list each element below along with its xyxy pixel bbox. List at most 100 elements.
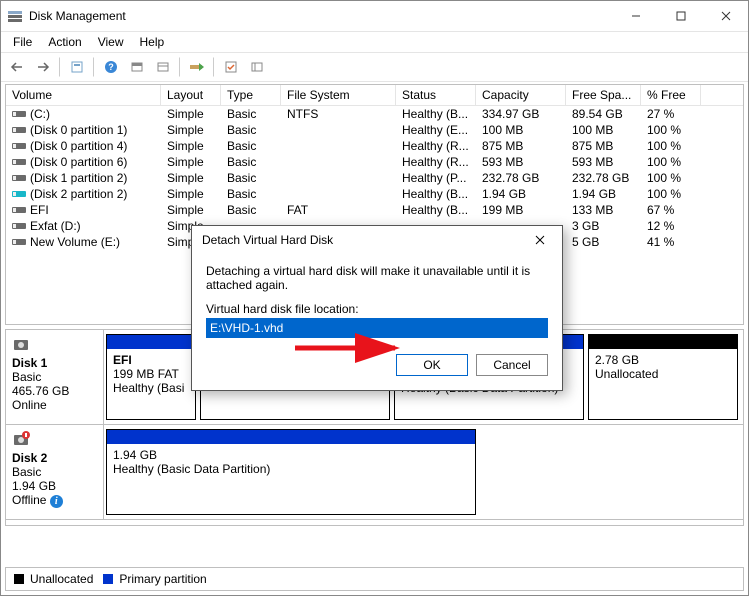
close-button[interactable] <box>703 1 748 31</box>
window-title: Disk Management <box>29 9 613 23</box>
col-type[interactable]: Type <box>221 85 281 105</box>
dialog-close-button[interactable] <box>520 226 560 254</box>
volume-pct: 12 % <box>641 218 701 234</box>
volume-free: 1.94 GB <box>566 186 641 202</box>
back-button[interactable] <box>5 55 29 79</box>
drive-icon <box>12 205 26 215</box>
volume-status: Healthy (B... <box>396 186 476 202</box>
volume-row[interactable]: (Disk 0 partition 1)SimpleBasicHealthy (… <box>6 122 743 138</box>
volume-status: Healthy (R... <box>396 138 476 154</box>
menu-file[interactable]: File <box>5 33 40 51</box>
volume-layout: Simple <box>161 154 221 170</box>
volume-fs <box>281 138 396 154</box>
window-buttons <box>613 1 748 31</box>
volume-fs: FAT <box>281 202 396 218</box>
drive-icon <box>12 141 26 151</box>
toolbar: ? <box>1 52 748 82</box>
menu-view[interactable]: View <box>90 33 132 51</box>
volume-free: 3 GB <box>566 218 641 234</box>
toolbar-separator <box>59 57 61 77</box>
volume-type: Basic <box>221 138 281 154</box>
dialog-file-label: Virtual hard disk file location: <box>206 302 548 316</box>
volume-layout: Simple <box>161 170 221 186</box>
col-fs[interactable]: File System <box>281 85 396 105</box>
volume-fs: NTFS <box>281 106 396 122</box>
volume-row[interactable]: (C:)SimpleBasicNTFSHealthy (B...334.97 G… <box>6 106 743 122</box>
ok-button[interactable]: OK <box>396 354 468 376</box>
volume-name: (Disk 1 partition 2) <box>30 171 127 185</box>
partition-color-bar <box>107 430 475 444</box>
menubar: File Action View Help <box>1 31 748 52</box>
volume-row[interactable]: (Disk 0 partition 6) SimpleBasic Healthy (… <box>6 154 743 170</box>
disk-kind: Basic <box>12 465 97 479</box>
disk-partitions: 1.94 GBHealthy (Basic Data Partition) <box>104 425 743 519</box>
volume-status: Healthy (R... <box>396 154 476 170</box>
disk-size: 1.94 GB <box>12 479 97 493</box>
volume-pct: 100 % <box>641 154 701 170</box>
help-button[interactable]: ? <box>99 55 123 79</box>
volume-type: Basic <box>221 170 281 186</box>
volume-name: New Volume (E:) <box>30 235 120 249</box>
volume-pct: 100 % <box>641 122 701 138</box>
toolbar-btn-4[interactable] <box>185 55 209 79</box>
volume-name: (Disk 0 partition 1) <box>30 123 127 137</box>
col-capacity[interactable]: Capacity <box>476 85 566 105</box>
vhd-location-input[interactable] <box>206 318 548 338</box>
volume-pct: 100 % <box>641 170 701 186</box>
menu-action[interactable]: Action <box>40 33 89 51</box>
drive-icon <box>12 221 26 231</box>
legend-primary-label: Primary partition <box>119 572 206 586</box>
volume-fs <box>281 122 396 138</box>
disk-name: Disk 2 <box>12 451 97 465</box>
volume-free: 133 MB <box>566 202 641 218</box>
volume-status: Healthy (B... <box>396 202 476 218</box>
volume-row[interactable]: (Disk 1 partition 2)SimpleBasicHealthy (… <box>6 170 743 186</box>
col-volume[interactable]: Volume <box>6 85 161 105</box>
volume-name: (Disk 0 partition 4) <box>30 139 127 153</box>
disk-state: Offline i <box>12 493 97 508</box>
legend-unallocated-label: Unallocated <box>30 572 93 586</box>
volume-free: 232.78 GB <box>566 170 641 186</box>
volume-capacity: 100 MB <box>476 122 566 138</box>
col-pct[interactable]: % Free <box>641 85 701 105</box>
disk-icon <box>12 431 30 449</box>
volume-layout: Simple <box>161 202 221 218</box>
toolbar-btn-3[interactable] <box>151 55 175 79</box>
volume-type: Basic <box>221 154 281 170</box>
volume-fs <box>281 170 396 186</box>
volume-name: (Disk 0 partition 6) <box>30 155 127 169</box>
cancel-button[interactable]: Cancel <box>476 354 548 376</box>
partition[interactable]: 2.78 GBUnallocated <box>588 334 738 420</box>
dialog-titlebar: Detach Virtual Hard Disk <box>192 226 562 254</box>
volume-fs <box>281 154 396 170</box>
volume-free: 5 GB <box>566 234 641 250</box>
minimize-button[interactable] <box>613 1 658 31</box>
toolbar-separator <box>93 57 95 77</box>
volume-capacity: 232.78 GB <box>476 170 566 186</box>
volume-row[interactable]: EFISimpleBasicFATHealthy (B...199 MB133 … <box>6 202 743 218</box>
disk-row[interactable]: Disk 2Basic1.94 GBOffline i 1.94 GBHealth… <box>6 425 743 520</box>
toolbar-btn-6[interactable] <box>245 55 269 79</box>
drive-icon <box>12 125 26 135</box>
toolbar-btn-1[interactable] <box>65 55 89 79</box>
volume-row[interactable]: (Disk 2 partition 2)SimpleBasicHealthy (… <box>6 186 743 202</box>
forward-button[interactable] <box>31 55 55 79</box>
partition[interactable]: 1.94 GBHealthy (Basic Data Partition) <box>106 429 476 515</box>
toolbar-btn-5[interactable] <box>219 55 243 79</box>
volume-list-header: Volume Layout Type File System Status Ca… <box>6 85 743 106</box>
toolbar-btn-2[interactable] <box>125 55 149 79</box>
volume-layout: Simple <box>161 106 221 122</box>
volume-pct: 67 % <box>641 202 701 218</box>
partition-label: EFI199 MB FATHealthy (Basi <box>107 349 195 419</box>
col-layout[interactable]: Layout <box>161 85 221 105</box>
volume-row[interactable]: (Disk 0 partition 4)SimpleBasicHealthy (… <box>6 138 743 154</box>
partition[interactable]: EFI199 MB FATHealthy (Basi <box>106 334 196 420</box>
volume-capacity: 593 MB <box>476 154 566 170</box>
toolbar-separator <box>179 57 181 77</box>
col-free[interactable]: Free Spa... <box>566 85 641 105</box>
volume-status: Healthy (E... <box>396 122 476 138</box>
volume-pct: 41 % <box>641 234 701 250</box>
maximize-button[interactable] <box>658 1 703 31</box>
menu-help[interactable]: Help <box>132 33 173 51</box>
col-status[interactable]: Status <box>396 85 476 105</box>
